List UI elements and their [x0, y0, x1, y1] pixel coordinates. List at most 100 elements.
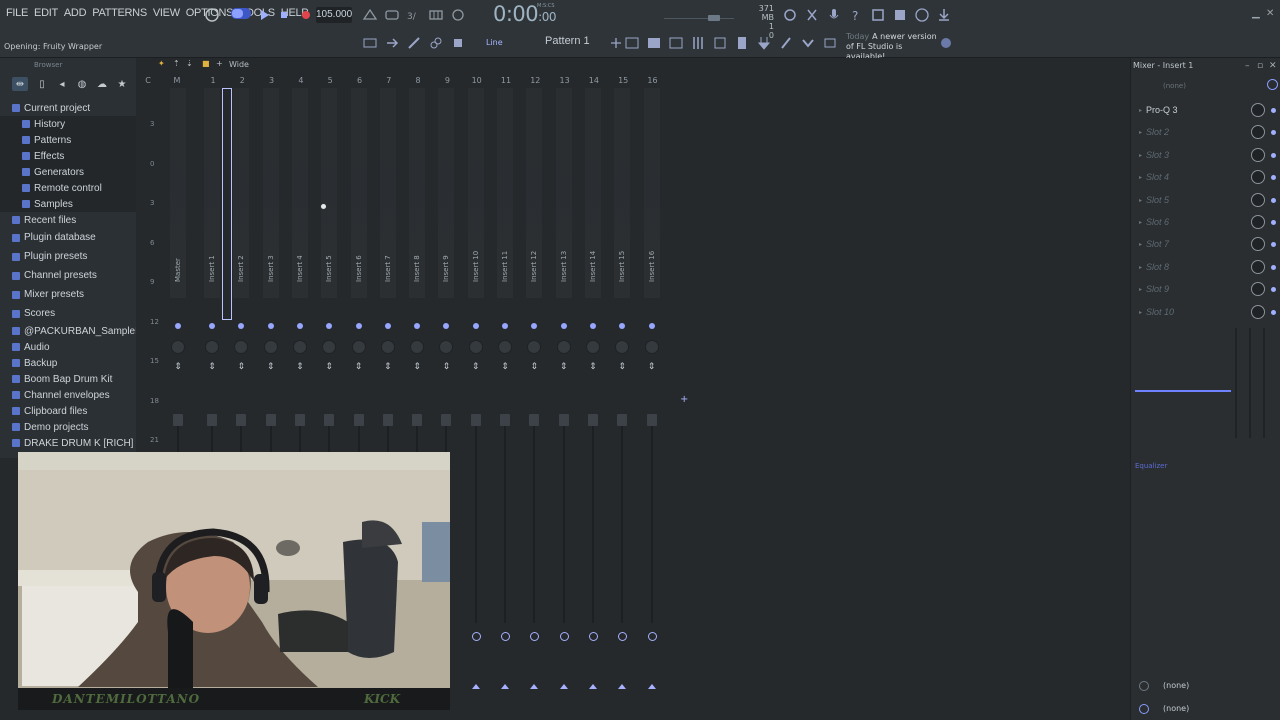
- pan-knob[interactable]: [585, 340, 600, 354]
- slot-enable-led[interactable]: [1271, 309, 1276, 315]
- volume-fader[interactable]: [617, 414, 628, 426]
- stereo-separation-control[interactable]: ⇕: [530, 362, 539, 372]
- track-active-led[interactable]: [355, 323, 362, 329]
- stop-icon[interactable]: [274, 5, 294, 25]
- stereo-separation-control[interactable]: ⇕: [325, 362, 333, 372]
- send-knob[interactable]: [501, 632, 510, 641]
- menu-file[interactable]: FILE: [6, 7, 28, 19]
- eq-curve[interactable]: [1135, 390, 1231, 392]
- slot-mix-knob[interactable]: [1251, 192, 1265, 207]
- pan-knob[interactable]: [263, 340, 278, 354]
- browser-globe-icon[interactable]: ◍: [76, 78, 88, 90]
- browser-item[interactable]: DRAKE DRUM K [RICH] 2023: [0, 435, 136, 451]
- slot-enable-led[interactable]: [1271, 152, 1276, 158]
- slot-expand-icon[interactable]: ▸: [1139, 129, 1142, 136]
- slot-mix-knob[interactable]: [1251, 304, 1265, 319]
- track-active-led[interactable]: [296, 323, 303, 329]
- microphone-icon[interactable]: [824, 5, 844, 25]
- fader-stereo[interactable]: [1263, 328, 1265, 438]
- route-arrow-icon[interactable]: [501, 684, 509, 689]
- browser-cloud-icon[interactable]: ☁: [96, 78, 108, 90]
- fx-slot[interactable]: ▸ Slot 6: [1139, 212, 1276, 232]
- volume-fader[interactable]: [441, 414, 452, 426]
- add-track-icon[interactable]: +: [680, 394, 688, 405]
- scissors-icon[interactable]: [802, 5, 822, 25]
- stereo-separation-control[interactable]: ⇕: [560, 362, 568, 372]
- plugin-picker-icon[interactable]: [890, 5, 910, 25]
- browser-item[interactable]: Scores: [0, 304, 136, 323]
- volume-fader[interactable]: [324, 414, 335, 426]
- cart-icon[interactable]: [820, 33, 840, 53]
- pan-knob[interactable]: [292, 340, 307, 354]
- piano-roll-window-icon[interactable]: [666, 33, 686, 53]
- track-active-led[interactable]: [589, 323, 596, 329]
- stereo-separation-control[interactable]: ⇕: [413, 362, 421, 372]
- browser-item[interactable]: Boom Bap Drum Kit: [0, 371, 136, 387]
- browser-item[interactable]: Samples: [0, 196, 136, 212]
- pan-knob[interactable]: [410, 340, 425, 354]
- track-active-led[interactable]: [267, 323, 274, 329]
- stereo-separation-control[interactable]: ⇕: [208, 362, 216, 372]
- slot-enable-led[interactable]: [1271, 197, 1276, 203]
- playlist-icon[interactable]: [622, 33, 642, 53]
- track-active-led[interactable]: [443, 323, 450, 329]
- mixer-track[interactable]: Insert 10 ⇕: [462, 88, 490, 689]
- volume-fader[interactable]: [529, 414, 540, 426]
- menu-patterns[interactable]: PATTERNS: [92, 7, 147, 19]
- slot-expand-icon[interactable]: ▸: [1139, 152, 1142, 159]
- help-icon[interactable]: ?: [846, 5, 866, 25]
- slot-enable-led[interactable]: [1271, 287, 1276, 293]
- route-arrow-icon[interactable]: [559, 684, 568, 689]
- fx-slot[interactable]: ▸ Slot 10: [1139, 302, 1276, 322]
- stereo-separation-control[interactable]: ⇕: [267, 362, 275, 372]
- slot-enable-led[interactable]: [1271, 220, 1276, 225]
- mixer-down-icon[interactable]: ⇣: [186, 59, 193, 68]
- slot-enable-led[interactable]: [1271, 242, 1276, 248]
- fx-slot[interactable]: ▸ Slot 7: [1139, 234, 1276, 254]
- equalizer-label[interactable]: Equalizer: [1135, 462, 1167, 470]
- browser-speaker-icon[interactable]: ◂: [56, 78, 68, 90]
- fader-pan[interactable]: [1249, 328, 1251, 438]
- record-icon[interactable]: [296, 5, 316, 25]
- pan-knob[interactable]: [644, 340, 659, 354]
- browser-item[interactable]: Current project: [0, 100, 136, 116]
- panel-minimize-icon[interactable]: –: [1245, 61, 1250, 71]
- mixer-track[interactable]: Insert 13 ⇕: [550, 88, 578, 689]
- mixer-track[interactable]: Insert 15 ⇕: [608, 88, 636, 689]
- stereo-separation-control[interactable]: ⇕: [618, 362, 626, 372]
- pencil-icon[interactable]: [404, 33, 424, 53]
- mixer-window-icon[interactable]: [688, 33, 708, 53]
- volume-fader[interactable]: [265, 414, 276, 426]
- browser-item[interactable]: @PACKURBAN_SamplePacks: [0, 323, 136, 339]
- volume-fader[interactable]: [470, 414, 481, 426]
- fx-slot[interactable]: ▸ Pro-Q 3: [1139, 100, 1276, 120]
- pan-knob[interactable]: [439, 340, 454, 354]
- slot-expand-icon[interactable]: ▸: [1139, 197, 1142, 204]
- plugin-icon[interactable]: [754, 33, 774, 53]
- slot-expand-icon[interactable]: ▸: [1139, 174, 1142, 181]
- slot-expand-icon[interactable]: ▸: [1139, 241, 1142, 248]
- track-active-led[interactable]: [531, 323, 538, 329]
- slot-expand-icon[interactable]: ▸: [1139, 107, 1142, 114]
- tempo-display[interactable]: 105.000: [316, 7, 352, 23]
- route-arrow-icon[interactable]: [588, 684, 597, 689]
- browser-item[interactable]: History: [0, 116, 136, 132]
- loop-record-icon[interactable]: [448, 5, 468, 25]
- stereo-separation-control[interactable]: ⇕: [355, 362, 363, 372]
- send-knob[interactable]: [618, 632, 628, 641]
- slot-mix-knob[interactable]: [1251, 125, 1265, 140]
- volume-fader[interactable]: [558, 414, 569, 426]
- track-active-led[interactable]: [648, 323, 655, 329]
- output-2-icon[interactable]: [1139, 704, 1149, 714]
- slot-mix-knob[interactable]: [1251, 282, 1265, 297]
- stereo-separation-control[interactable]: ⇕: [296, 362, 304, 372]
- slot-mix-knob[interactable]: [1251, 237, 1265, 252]
- volume-fader[interactable]: [353, 414, 364, 426]
- browser-item[interactable]: Plugin presets: [0, 247, 136, 266]
- mixer-add-icon[interactable]: +: [216, 59, 223, 68]
- slot-mix-knob[interactable]: [1251, 215, 1265, 229]
- output-2[interactable]: (none): [1163, 704, 1189, 713]
- fx-slot[interactable]: ▸ Slot 2: [1139, 122, 1276, 142]
- browser-item[interactable]: Recent files: [0, 212, 136, 228]
- wait-for-input-icon[interactable]: [382, 5, 402, 25]
